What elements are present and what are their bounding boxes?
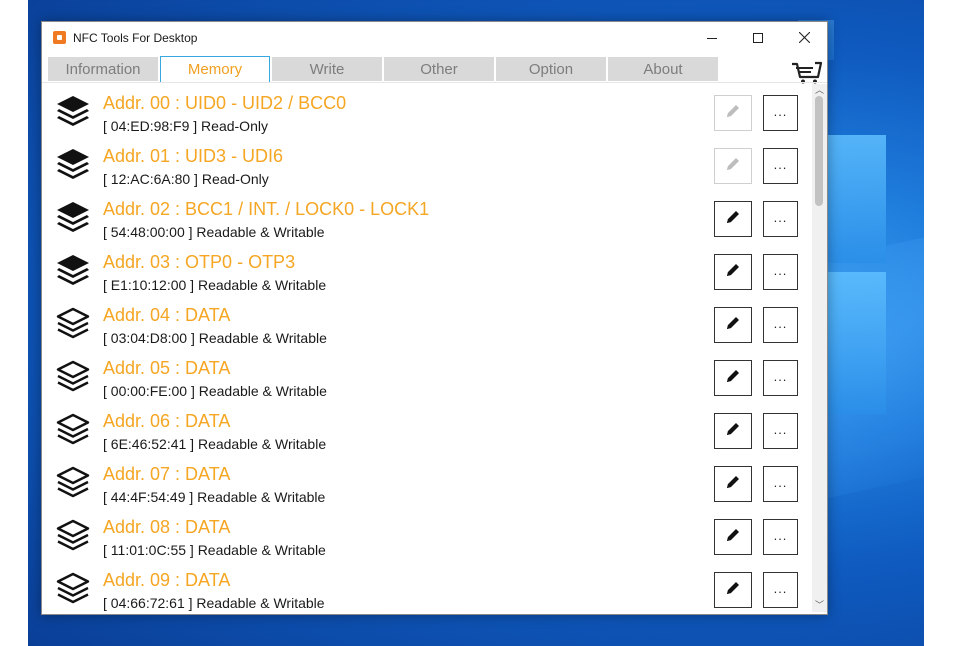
memory-row-detail: [ 03:04:D8:00 ] Readable & Writable <box>103 330 327 346</box>
more-options-button[interactable]: ... <box>763 519 798 555</box>
pencil-icon <box>725 262 741 283</box>
layers-outline-icon <box>55 412 91 448</box>
layers-filled-icon <box>55 147 91 183</box>
tab-write[interactable]: Write <box>272 57 382 81</box>
memory-row[interactable]: Addr. 04 : DATA [ 03:04:D8:00 ] Readable … <box>42 296 812 349</box>
vertical-scrollbar[interactable]: ︿ ﹀ <box>812 84 827 612</box>
more-options-button[interactable]: ... <box>763 95 798 131</box>
memory-row[interactable]: Addr. 05 : DATA [ 00:00:FE:00 ] Readable … <box>42 349 812 402</box>
more-options-button[interactable]: ... <box>763 148 798 184</box>
close-icon <box>798 32 810 43</box>
more-options-button[interactable]: ... <box>763 254 798 290</box>
edit-button[interactable] <box>714 307 752 343</box>
memory-row[interactable]: Addr. 08 : DATA [ 11:01:0C:55 ] Readable … <box>42 508 812 561</box>
app-icon <box>53 31 66 44</box>
title-bar[interactable]: NFC Tools For Desktop <box>42 22 827 53</box>
memory-row-title: Addr. 08 : DATA <box>103 517 231 537</box>
tab-divider <box>42 82 827 83</box>
layers-filled-icon <box>55 253 91 289</box>
tab-option[interactable]: Option <box>496 57 606 81</box>
tab-about[interactable]: About <box>608 57 718 81</box>
layers-outline-icon <box>55 306 91 342</box>
pencil-icon <box>725 368 741 389</box>
wallpaper-logo-pane <box>824 135 886 263</box>
layers-outline-icon <box>55 465 91 501</box>
memory-row[interactable]: Addr. 03 : OTP0 - OTP3 [ E1:10:12:00 ] Re… <box>42 243 812 296</box>
memory-row-title: Addr. 05 : DATA <box>103 358 231 378</box>
window-controls <box>689 22 827 53</box>
minimize-button[interactable] <box>689 22 735 53</box>
layers-outline-icon <box>55 359 91 395</box>
pencil-icon <box>725 474 741 495</box>
maximize-icon <box>753 32 763 43</box>
edit-button[interactable] <box>714 466 752 502</box>
tab-memory[interactable]: Memory <box>160 56 270 82</box>
layers-filled-icon <box>55 94 91 130</box>
memory-row[interactable]: Addr. 02 : BCC1 / INT. / LOCK0 - LOCK1 [ … <box>42 190 812 243</box>
memory-row[interactable]: Addr. 01 : UID3 - UDI6 [ 12:AC:6A:80 ] Re… <box>42 137 812 190</box>
memory-row-detail: [ 04:ED:98:F9 ] Read-Only <box>103 118 268 134</box>
window-title: NFC Tools For Desktop <box>73 30 198 45</box>
memory-row-detail: [ 11:01:0C:55 ] Readable & Writable <box>103 542 326 558</box>
memory-row-detail: [ 04:66:72:61 ] Readable & Writable <box>103 595 325 611</box>
layers-outline-icon <box>55 571 91 607</box>
memory-row[interactable]: Addr. 09 : DATA [ 04:66:72:61 ] Readable … <box>42 561 812 612</box>
scrollbar-thumb[interactable] <box>815 96 823 206</box>
close-button[interactable] <box>781 22 827 53</box>
memory-row[interactable]: Addr. 07 : DATA [ 44:4F:54:49 ] Readable … <box>42 455 812 508</box>
more-options-button[interactable]: ... <box>763 572 798 608</box>
tab-other[interactable]: Other <box>384 57 494 81</box>
pencil-icon <box>725 103 741 124</box>
layers-filled-icon <box>55 200 91 236</box>
more-options-button[interactable]: ... <box>763 360 798 396</box>
edit-button[interactable] <box>714 254 752 290</box>
layers-outline-icon <box>55 518 91 554</box>
minimize-icon <box>707 37 717 39</box>
maximize-button[interactable] <box>735 22 781 53</box>
edit-button[interactable] <box>714 413 752 449</box>
pencil-icon <box>725 209 741 230</box>
edit-button[interactable] <box>714 95 752 131</box>
edit-button[interactable] <box>714 148 752 184</box>
pencil-icon <box>725 527 741 548</box>
scroll-up-icon[interactable]: ︿ <box>815 86 824 95</box>
memory-row-detail: [ E1:10:12:00 ] Readable & Writable <box>103 277 327 293</box>
pencil-icon <box>725 580 741 601</box>
app-window: NFC Tools For Desktop Information Memory… <box>41 21 828 615</box>
edit-button[interactable] <box>714 360 752 396</box>
pencil-icon <box>725 315 741 336</box>
memory-row-title: Addr. 02 : BCC1 / INT. / LOCK0 - LOCK1 <box>103 199 430 219</box>
memory-row-detail: [ 44:4F:54:49 ] Readable & Writable <box>103 489 326 505</box>
edit-button[interactable] <box>714 201 752 237</box>
memory-row[interactable]: Addr. 00 : UID0 - UID2 / BCC0 [ 04:ED:98:… <box>42 84 812 137</box>
edit-button[interactable] <box>714 572 752 608</box>
memory-row-title: Addr. 01 : UID3 - UDI6 <box>103 146 284 166</box>
scroll-down-icon[interactable]: ﹀ <box>815 601 824 610</box>
memory-row-title: Addr. 04 : DATA <box>103 305 231 325</box>
memory-list: Addr. 00 : UID0 - UID2 / BCC0 [ 04:ED:98:… <box>42 84 812 612</box>
pencil-icon <box>725 156 741 177</box>
memory-row-detail: [ 6E:46:52:41 ] Readable & Writable <box>103 436 327 452</box>
tab-bar: Information Memory Write Other Option Ab… <box>48 56 720 82</box>
more-options-button[interactable]: ... <box>763 307 798 343</box>
memory-row-title: Addr. 06 : DATA <box>103 411 231 431</box>
wallpaper-logo-pane <box>824 272 886 414</box>
tab-information[interactable]: Information <box>48 57 158 81</box>
more-options-button[interactable]: ... <box>763 413 798 449</box>
memory-row-title: Addr. 09 : DATA <box>103 570 231 590</box>
more-options-button[interactable]: ... <box>763 201 798 237</box>
pencil-icon <box>725 421 741 442</box>
memory-row-title: Addr. 00 : UID0 - UID2 / BCC0 <box>103 93 347 113</box>
memory-row-detail: [ 00:00:FE:00 ] Readable & Writable <box>103 383 327 399</box>
memory-row-detail: [ 54:48:00:00 ] Readable & Writable <box>103 224 325 240</box>
memory-row-detail: [ 12:AC:6A:80 ] Read-Only <box>103 171 269 187</box>
edit-button[interactable] <box>714 519 752 555</box>
memory-row-title: Addr. 03 : OTP0 - OTP3 <box>103 252 296 272</box>
memory-row[interactable]: Addr. 06 : DATA [ 6E:46:52:41 ] Readable … <box>42 402 812 455</box>
memory-row-title: Addr. 07 : DATA <box>103 464 231 484</box>
more-options-button[interactable]: ... <box>763 466 798 502</box>
